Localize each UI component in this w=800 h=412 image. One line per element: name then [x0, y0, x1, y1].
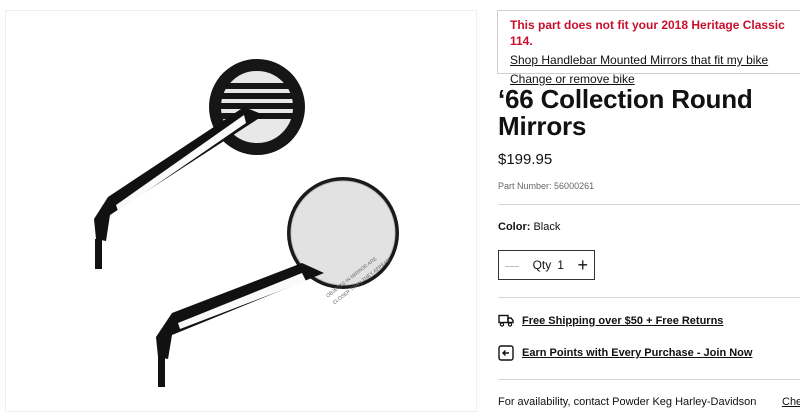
part-number-value: 56000261: [554, 181, 595, 191]
divider: [498, 204, 800, 205]
color-value: Black: [533, 221, 561, 233]
product-image: OBJECTS IN MIRROR ARE CLOSER THAN THEY A…: [5, 10, 477, 412]
points-icon: [498, 345, 514, 361]
divider: [498, 379, 800, 380]
part-number: Part Number: 56000261: [498, 181, 594, 191]
fitment-notice: This part does not fit your 2018 Heritag…: [497, 10, 800, 86]
fitment-warning: This part does not fit your 2018 Heritag…: [510, 18, 785, 48]
part-number-label: Part Number:: [498, 181, 552, 191]
earn-points-link[interactable]: Earn Points with Every Purchase - Join N…: [522, 347, 752, 359]
availability-text: For availability, contact Powder Keg Har…: [498, 396, 757, 408]
quantity-stepper: — Qty 1 +: [498, 250, 595, 280]
free-shipping-link[interactable]: Free Shipping over $50 + Free Returns: [522, 315, 723, 327]
divider: [498, 297, 800, 298]
color-selector: Color: Black: [498, 221, 560, 233]
truck-icon: [498, 314, 514, 327]
product-price: $199.95: [498, 151, 553, 168]
check-availability-link[interactable]: Che: [782, 396, 800, 408]
qty-label: Qty: [532, 258, 552, 272]
minus-icon[interactable]: —: [505, 257, 519, 273]
shop-fitting-mirrors-link[interactable]: Shop Handlebar Mounted Mirrors that fit …: [510, 52, 800, 68]
color-label: Color:: [498, 221, 531, 233]
mirrors-illustration: OBJECTS IN MIRROR ARE CLOSER THAN THEY A…: [94, 59, 399, 387]
earn-points-perk: Earn Points with Every Purchase - Join N…: [498, 345, 752, 361]
qty-value: 1: [557, 258, 564, 272]
plus-icon[interactable]: +: [577, 256, 588, 274]
free-shipping-perk: Free Shipping over $50 + Free Returns: [498, 314, 723, 327]
product-title: ‘66 Collection Round Mirrors: [498, 84, 753, 141]
